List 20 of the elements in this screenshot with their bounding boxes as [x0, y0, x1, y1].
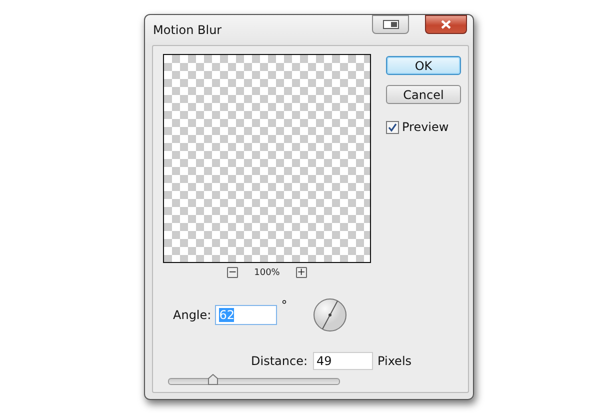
preview-label: Preview	[402, 120, 449, 134]
window-button[interactable]	[372, 14, 409, 34]
pixels-label: Pixels	[378, 354, 412, 368]
close-button[interactable]	[425, 14, 467, 34]
angle-label: Angle:	[173, 308, 212, 322]
ok-button[interactable]: OK	[386, 56, 461, 75]
window-title: Motion Blur	[152, 23, 223, 37]
preview-checkbox[interactable]	[386, 120, 399, 134]
distance-label: Distance:	[251, 354, 308, 368]
cancel-button[interactable]: Cancel	[386, 85, 461, 104]
zoom-in-button[interactable]: +	[296, 267, 307, 278]
close-icon	[441, 20, 451, 28]
zoom-out-button[interactable]: −	[227, 267, 238, 278]
distance-field[interactable]: 49	[312, 352, 373, 370]
degree-sign: °	[281, 298, 288, 312]
slider-thumb[interactable]	[208, 374, 218, 385]
angle-dial[interactable]	[313, 298, 348, 332]
check-icon	[388, 122, 397, 132]
zoom-level: 100%	[254, 268, 280, 278]
panel-icon	[382, 20, 398, 28]
